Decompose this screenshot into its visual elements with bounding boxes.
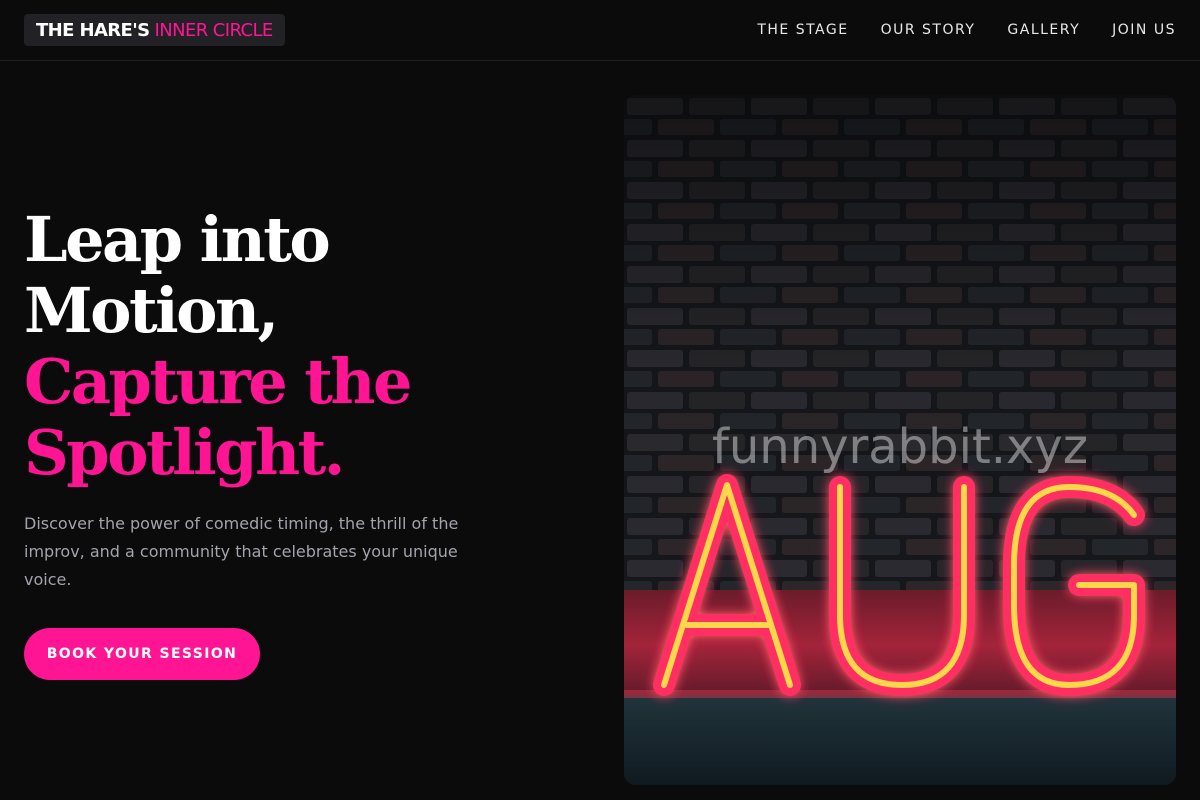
hero-headline: Leap into Motion, Capture the Spotlight. xyxy=(24,204,494,488)
nav-link-the-stage[interactable]: THE STAGE xyxy=(757,22,848,38)
book-session-button[interactable]: BOOK YOUR SESSION xyxy=(24,628,260,680)
headline-line-2: Motion, xyxy=(24,274,279,347)
nav-link-join-us[interactable]: JOIN US xyxy=(1112,22,1176,38)
neon-sign-illustration: funnyrabbit.xyz xyxy=(624,95,1176,785)
headline-line-4: Spotlight. xyxy=(24,416,345,489)
logo-accent-text: INNER CIRCLE xyxy=(154,19,274,41)
image-watermark: funnyrabbit.xyz xyxy=(712,419,1088,475)
nav-link-our-story[interactable]: OUR STORY xyxy=(881,22,976,38)
site-logo[interactable]: THE HARE'S INNER CIRCLE xyxy=(24,14,285,46)
floor-surface xyxy=(624,695,1176,785)
hero-description: Discover the power of comedic timing, th… xyxy=(24,514,459,589)
hero-image-neon-sign: funnyrabbit.xyz xyxy=(624,95,1176,785)
headline-line-3: Capture the xyxy=(24,345,412,418)
hero-section: Leap into Motion, Capture the Spotlight.… xyxy=(24,204,494,680)
top-navigation-bar: THE HARE'S INNER CIRCLE THE STAGE OUR ST… xyxy=(0,0,1200,61)
headline-line-1: Leap into xyxy=(24,203,331,276)
logo-main-text: THE HARE'S xyxy=(36,19,150,41)
main-nav: THE STAGE OUR STORY GALLERY JOIN US xyxy=(757,22,1176,38)
nav-link-gallery[interactable]: GALLERY xyxy=(1007,22,1080,38)
